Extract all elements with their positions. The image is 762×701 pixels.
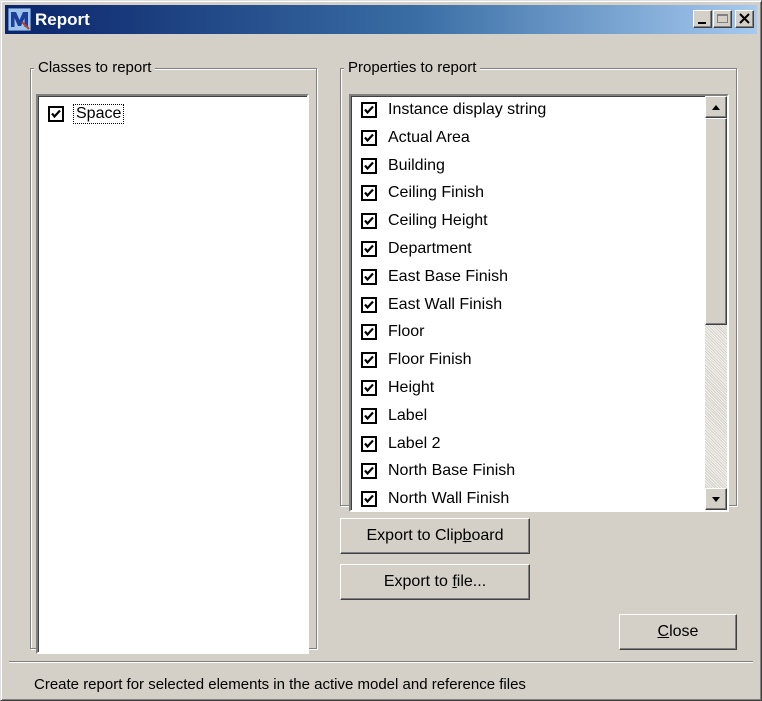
property-label: Label [388,406,428,424]
checkbox[interactable] [361,213,377,230]
arrow-up-icon [712,105,720,110]
mnemonic-letter: C [657,623,670,640]
checkmark-icon [364,216,374,226]
export-file-button[interactable]: Export to file... [340,564,530,600]
property-label: Floor [388,323,425,341]
title-bar[interactable]: Report [5,5,757,34]
scroll-down-button[interactable] [705,488,727,510]
property-label: Floor Finish [388,351,472,369]
checkmark-icon [364,244,374,254]
property-label: Instance display string [388,101,547,118]
checkmark-icon [364,467,374,476]
export-clipboard-button[interactable]: Export to Clipboard [340,518,530,554]
close-icon [739,13,750,24]
status-separator [9,661,753,663]
checkbox[interactable] [361,407,377,424]
properties-scrollbar[interactable] [705,96,727,510]
property-label: Ceiling Height [388,212,488,230]
microstation-icon [8,8,31,31]
property-label: East Base Finish [388,267,509,285]
close-dialog-button[interactable]: Close [619,614,737,650]
maximize-button[interactable] [713,10,732,28]
checkmark-icon [364,328,374,337]
report-dialog: Report Classes to report Space Propertie… [0,0,762,701]
checkmark-icon [364,439,374,448]
minimize-button[interactable] [693,10,712,28]
property-label: North Base Finish [388,462,516,480]
checkmark-icon [364,383,374,393]
property-label: Department [388,240,472,257]
classes-group: Classes to report Space [30,60,317,654]
checkmark-icon [51,109,61,119]
property-label: Label 2 [388,434,441,452]
classes-list[interactable]: Space [36,94,309,654]
checkbox[interactable] [361,185,377,202]
property-label: North Wall Finish [388,490,510,508]
checkbox[interactable] [361,129,377,146]
close-button[interactable] [735,10,754,28]
checkmark-icon [364,355,374,365]
checkbox[interactable] [361,491,377,508]
maximize-icon [717,14,728,23]
properties-group: Properties to report Instance display st… [340,60,737,512]
checkbox[interactable] [361,352,377,369]
property-label: Actual Area [388,128,470,146]
checkmark-icon [364,494,374,504]
checkbox[interactable] [361,268,377,285]
checkmark-icon [364,105,374,115]
checkmark-icon [364,300,374,309]
property-label: Height [388,379,435,396]
checkbox[interactable] [361,324,377,341]
button-text: ile... [456,573,487,590]
button-text: Export to Clip [366,527,463,544]
properties-list[interactable]: Instance display string Actual Area Buildi… [349,94,729,512]
checkmark-icon [364,133,374,142]
button-text: lose [669,623,699,640]
properties-legend: Properties to report [344,60,481,76]
checkmark-icon [364,189,374,198]
property-label: Building [388,156,445,174]
scroll-thumb[interactable] [705,118,727,325]
arrow-down-icon [712,497,720,502]
checkmark-icon [364,161,374,170]
property-label: Ceiling Finish [388,184,485,202]
minimize-icon [698,22,706,24]
class-label: Space [73,104,125,124]
checkmark-icon [364,272,374,281]
checkmark-icon [364,411,374,420]
checkbox[interactable] [361,157,377,174]
checkbox[interactable] [361,102,377,118]
checkbox[interactable] [361,463,377,480]
checkbox[interactable] [361,435,377,452]
property-label: East Wall Finish [388,295,503,313]
button-text: oard [471,527,504,544]
checkbox[interactable] [361,241,377,257]
status-text: Create report for selected elements in t… [34,676,526,693]
classes-legend: Classes to report [34,60,156,76]
checkbox[interactable] [361,296,377,313]
button-text: Export to [383,573,453,590]
window-title: Report [35,10,90,29]
checkbox[interactable] [361,380,377,396]
checkbox[interactable] [48,106,64,122]
scroll-up-button[interactable] [705,96,727,118]
